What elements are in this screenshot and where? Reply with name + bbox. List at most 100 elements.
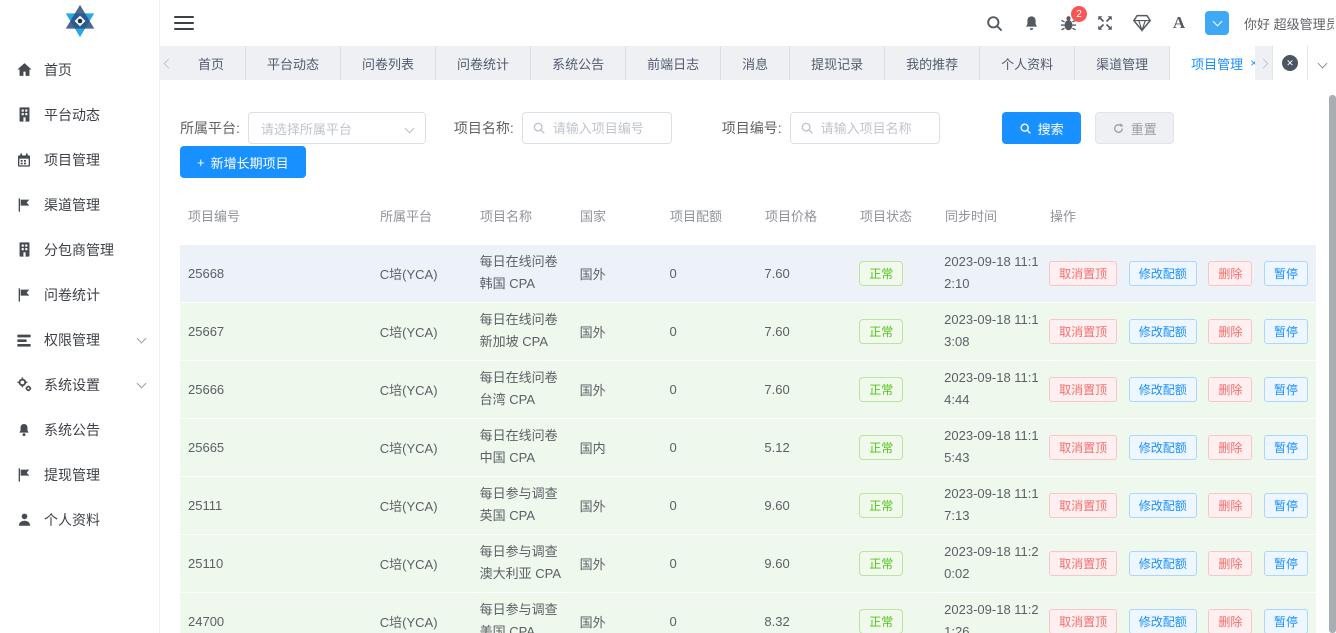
add-long-term-project-button[interactable]: + 新增长期项目 bbox=[180, 146, 306, 178]
pause-button[interactable]: 暂停 bbox=[1264, 435, 1308, 460]
sidebar-item-label: 系统设置 bbox=[44, 375, 100, 395]
delete-button[interactable]: 删除 bbox=[1208, 435, 1252, 460]
table-row: 25111 C培(YCA) 每日参与调查 英国 CPA 国外 0 9.60 正常… bbox=[180, 477, 1316, 534]
status-badge: 正常 bbox=[859, 435, 903, 460]
pause-button[interactable]: 暂停 bbox=[1264, 551, 1308, 576]
search-button[interactable]: 搜索 bbox=[1002, 112, 1081, 144]
hamburger-menu-icon[interactable] bbox=[174, 12, 194, 34]
flag-icon bbox=[14, 467, 34, 483]
cancel-top-button[interactable]: 取消置顶 bbox=[1049, 551, 1117, 576]
delete-button[interactable]: 删除 bbox=[1208, 493, 1252, 518]
tab-messages[interactable]: 消息 bbox=[721, 46, 790, 80]
user-greeting[interactable]: 你好 超级管理员1 bbox=[1244, 14, 1334, 33]
sidebar-item-subcontractor-mgmt[interactable]: 分包商管理 bbox=[0, 227, 159, 272]
gem-icon[interactable] bbox=[1131, 12, 1153, 34]
reset-button[interactable]: 重置 bbox=[1095, 112, 1174, 144]
sidebar-item-system-announcement[interactable]: 系统公告 bbox=[0, 407, 159, 452]
close-all-tabs-button[interactable]: ✕ bbox=[1272, 46, 1307, 80]
tabbar: 首页 平台动态 问卷列表 问卷统计 系统公告 前端日志 消息 提现记录 我的推荐… bbox=[160, 46, 1336, 80]
tabs-scroll-right-button[interactable] bbox=[1255, 46, 1272, 80]
tab-my-referrals[interactable]: 我的推荐 bbox=[885, 46, 980, 80]
sidebar-item-survey-stats[interactable]: 问卷统计 bbox=[0, 272, 159, 317]
sidebar-item-withdrawal-mgmt[interactable]: 提现管理 bbox=[0, 452, 159, 497]
sidebar-nav: 首页 平台动态 项目管理 渠道管理 分包商管理 问卷统计 bbox=[0, 47, 159, 542]
main-area: 2 A 你好 超级管理员1 首页 平台动态 问卷列表 问卷统计 系统公告 前端日… bbox=[160, 0, 1336, 633]
page-content: 所属平台: 请选择所属平台 项目名称: 项目编号: bbox=[160, 80, 1336, 633]
sidebar-item-channel-mgmt[interactable]: 渠道管理 bbox=[0, 182, 159, 227]
pause-button[interactable]: 暂停 bbox=[1264, 377, 1308, 402]
refresh-icon bbox=[1112, 122, 1125, 135]
edit-quota-button[interactable]: 修改配额 bbox=[1129, 493, 1197, 518]
search-icon[interactable] bbox=[983, 12, 1005, 34]
sidebar-item-permission-mgmt[interactable]: 权限管理 bbox=[0, 317, 159, 362]
tab-project-mgmt-active[interactable]: 项目管理× bbox=[1170, 46, 1255, 80]
topbar: 2 A 你好 超级管理员1 bbox=[160, 0, 1336, 46]
filter-bar: 所属平台: 请选择所属平台 项目名称: 项目编号: bbox=[180, 112, 1316, 144]
bug-icon[interactable]: 2 bbox=[1057, 12, 1079, 34]
tab-frontend-log[interactable]: 前端日志 bbox=[626, 46, 721, 80]
tab-platform-news[interactable]: 平台动态 bbox=[246, 46, 341, 80]
home-icon bbox=[14, 61, 34, 78]
cancel-top-button[interactable]: 取消置顶 bbox=[1049, 609, 1117, 633]
delete-button[interactable]: 删除 bbox=[1208, 261, 1252, 286]
list-icon bbox=[14, 333, 34, 347]
platform-select[interactable]: 请选择所属平台 bbox=[248, 112, 426, 144]
sidebar-item-project-mgmt[interactable]: 项目管理 bbox=[0, 137, 159, 182]
sidebar-item-profile[interactable]: 个人资料 bbox=[0, 497, 159, 542]
edit-quota-button[interactable]: 修改配额 bbox=[1129, 551, 1197, 576]
delete-button[interactable]: 删除 bbox=[1208, 319, 1252, 344]
cancel-top-button[interactable]: 取消置顶 bbox=[1049, 377, 1117, 402]
delete-button[interactable]: 删除 bbox=[1208, 551, 1252, 576]
sidebar-item-label: 提现管理 bbox=[44, 465, 100, 485]
table-header-row: 项目编号 所属平台 项目名称 国家 项目配额 项目价格 项目状态 同步时间 操作 bbox=[180, 202, 1316, 245]
pause-button[interactable]: 暂停 bbox=[1264, 609, 1308, 633]
chevron-down-icon bbox=[1317, 58, 1327, 68]
pause-button[interactable]: 暂停 bbox=[1264, 493, 1308, 518]
tab-options-dropdown[interactable] bbox=[1307, 46, 1336, 80]
edit-quota-button[interactable]: 修改配额 bbox=[1129, 435, 1197, 460]
tab-withdrawal-records[interactable]: 提现记录 bbox=[790, 46, 885, 80]
project-name-filter-label: 项目名称: bbox=[454, 118, 514, 138]
tab-survey-stats[interactable]: 问卷统计 bbox=[436, 46, 531, 80]
sidebar-item-home[interactable]: 首页 bbox=[0, 47, 159, 92]
brand-logo[interactable] bbox=[0, 0, 159, 47]
vertical-scrollbar[interactable] bbox=[1329, 95, 1336, 633]
sidebar-item-label: 系统公告 bbox=[44, 420, 100, 440]
project-name-input-wrap bbox=[522, 112, 672, 144]
delete-button[interactable]: 删除 bbox=[1208, 377, 1252, 402]
pause-button[interactable]: 暂停 bbox=[1264, 261, 1308, 286]
project-code-input-wrap bbox=[790, 112, 940, 144]
platform-filter-label: 所属平台: bbox=[180, 118, 240, 138]
cancel-top-button[interactable]: 取消置顶 bbox=[1049, 435, 1117, 460]
edit-quota-button[interactable]: 修改配额 bbox=[1129, 319, 1197, 344]
search-icon bbox=[800, 121, 814, 135]
pause-button[interactable]: 暂停 bbox=[1264, 319, 1308, 344]
tab-channel-mgmt[interactable]: 渠道管理 bbox=[1075, 46, 1170, 80]
sidebar-item-platform-news[interactable]: 平台动态 bbox=[0, 92, 159, 137]
cancel-top-button[interactable]: 取消置顶 bbox=[1049, 319, 1117, 344]
flag-icon bbox=[14, 287, 34, 303]
tab-home[interactable]: 首页 bbox=[177, 46, 246, 80]
open-tabs: 首页 平台动态 问卷列表 问卷统计 系统公告 前端日志 消息 提现记录 我的推荐… bbox=[177, 46, 1255, 80]
cancel-top-button[interactable]: 取消置顶 bbox=[1049, 493, 1117, 518]
notification-badge: 2 bbox=[1071, 6, 1087, 22]
delete-button[interactable]: 删除 bbox=[1208, 609, 1252, 633]
tabs-scroll-left-button[interactable] bbox=[160, 46, 177, 80]
bell-icon[interactable] bbox=[1020, 12, 1042, 34]
projects-table: 项目编号 所属平台 项目名称 国家 项目配额 项目价格 项目状态 同步时间 操作… bbox=[180, 202, 1316, 633]
fullscreen-icon[interactable] bbox=[1094, 12, 1116, 34]
font-size-icon[interactable]: A bbox=[1168, 12, 1190, 34]
tab-system-announcement[interactable]: 系统公告 bbox=[531, 46, 626, 80]
table-row: 25667 C培(YCA) 每日在线问卷 新加坡 CPA 国外 0 7.60 正… bbox=[180, 303, 1316, 360]
gears-icon bbox=[14, 376, 34, 393]
project-code-filter-label: 项目编号: bbox=[722, 118, 782, 138]
avatar[interactable] bbox=[1205, 11, 1229, 35]
cancel-top-button[interactable]: 取消置顶 bbox=[1049, 261, 1117, 286]
sidebar-item-system-settings[interactable]: 系统设置 bbox=[0, 362, 159, 407]
edit-quota-button[interactable]: 修改配额 bbox=[1129, 261, 1197, 286]
chevron-right-icon bbox=[1259, 58, 1269, 68]
edit-quota-button[interactable]: 修改配额 bbox=[1129, 609, 1197, 633]
tab-survey-list[interactable]: 问卷列表 bbox=[341, 46, 436, 80]
edit-quota-button[interactable]: 修改配额 bbox=[1129, 377, 1197, 402]
tab-profile[interactable]: 个人资料 bbox=[980, 46, 1075, 80]
